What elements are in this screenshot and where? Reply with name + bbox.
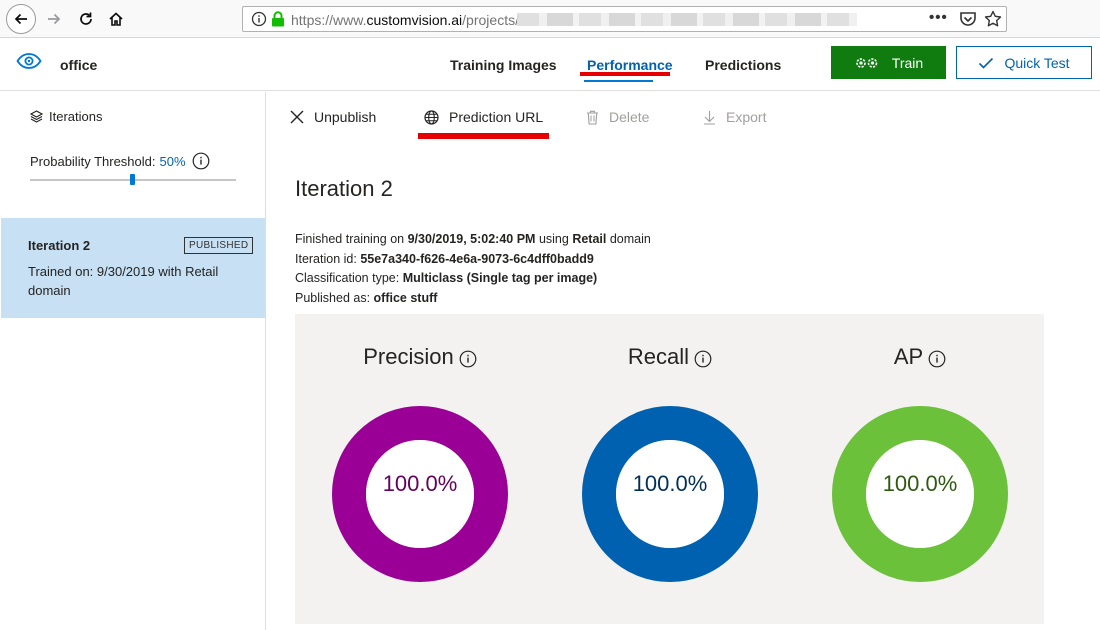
- active-tab-indicator: [584, 80, 653, 82]
- arrow-left-icon: [14, 13, 27, 25]
- ap-value: 100.0%: [882, 471, 958, 496]
- quick-test-button[interactable]: Quick Test: [956, 46, 1092, 79]
- info-icon[interactable]: [192, 152, 210, 170]
- recall-metric: Recall 100.0%: [545, 314, 795, 624]
- eye-icon[interactable]: [16, 52, 42, 70]
- close-icon: [290, 110, 304, 124]
- iteration-id-line: Iteration id: 55e7a340-f626-4e6a-9073-6c…: [295, 250, 651, 270]
- published-badge: PUBLISHED: [184, 237, 254, 254]
- metrics-panel: Precision 100.0% Recall 100.0% AP 100.0%: [295, 314, 1044, 624]
- gears-icon: [854, 55, 880, 71]
- tab-performance[interactable]: Performance: [587, 57, 673, 73]
- project-name[interactable]: office: [60, 57, 97, 73]
- page-actions-menu[interactable]: •••: [929, 9, 948, 26]
- finished-date: 9/30/2019, 5:02:40 PM: [407, 232, 536, 246]
- home-icon: [109, 12, 123, 26]
- iterations-header: Iterations: [30, 109, 102, 124]
- tab-training-images[interactable]: Training Images: [450, 57, 557, 73]
- ap-metric: AP 100.0%: [795, 314, 1045, 624]
- training-finished-line: Finished training on 9/30/2019, 5:02:40 …: [295, 230, 651, 250]
- prediction-url-label: Prediction URL: [449, 109, 544, 125]
- precision-heading: Precision: [295, 344, 545, 370]
- checkmark-icon: [978, 56, 994, 70]
- export-label: Export: [726, 109, 767, 125]
- train-button[interactable]: Train: [831, 46, 946, 79]
- iteration-card-description: Trained on: 9/30/2019 with Retail domain: [28, 264, 219, 298]
- precision-label: Precision: [363, 344, 454, 369]
- probability-label: Probability Threshold:: [30, 153, 156, 169]
- reload-icon: [80, 12, 92, 25]
- unpublish-label: Unpublish: [314, 109, 377, 125]
- iteration-card[interactable]: Iteration 2 PUBLISHED Trained on: 9/30/2…: [1, 218, 265, 318]
- forward-button[interactable]: [40, 5, 68, 33]
- info-icon[interactable]: [459, 350, 477, 368]
- red-highlight-mark: [580, 72, 670, 76]
- iterations-sidebar: Iterations Probability Threshold: 50% It…: [0, 92, 266, 630]
- published-as-line: Published as: office stuff: [295, 289, 651, 309]
- train-button-label: Train: [891, 54, 924, 71]
- redacted-url-segment: [517, 13, 857, 26]
- trash-icon: [586, 110, 599, 125]
- reload-button[interactable]: [72, 5, 100, 33]
- domain-name: Retail: [572, 232, 607, 246]
- globe-icon: [424, 109, 439, 125]
- arrow-right-icon: [48, 13, 61, 25]
- export-button[interactable]: Export: [703, 109, 766, 125]
- published-name: office stuff: [373, 290, 438, 305]
- lock-icon[interactable]: [271, 11, 285, 27]
- ap-label: AP: [893, 344, 924, 369]
- url-host: customvision.ai: [366, 12, 463, 28]
- star-icon[interactable]: [984, 10, 1002, 28]
- probability-value: 50%: [159, 153, 186, 169]
- ap-heading: AP: [795, 344, 1045, 370]
- info-icon[interactable]: [251, 11, 267, 27]
- download-icon: [703, 110, 716, 125]
- info-icon[interactable]: [694, 350, 712, 368]
- recall-value: 100.0%: [632, 471, 708, 496]
- delete-button[interactable]: Delete: [586, 109, 649, 125]
- classification-label: Classification type:: [295, 271, 400, 285]
- recall-label: Recall: [627, 344, 690, 369]
- finished-prefix: Finished training on: [295, 232, 405, 246]
- delete-label: Delete: [609, 109, 650, 125]
- page-title: Iteration 2: [295, 176, 393, 201]
- iteration-id: 55e7a340-f626-4e6a-9073-6c4dff0badd9: [360, 251, 594, 266]
- url-text: https://www.customvision.ai/projects/: [291, 12, 519, 28]
- published-as-label: Published as:: [295, 290, 371, 305]
- url-scheme: https://www.: [291, 12, 367, 28]
- pocket-icon[interactable]: [959, 11, 977, 27]
- back-button[interactable]: [6, 4, 36, 34]
- red-highlight-mark: [418, 133, 549, 139]
- using-text: using: [538, 232, 569, 246]
- info-icon[interactable]: [928, 350, 946, 368]
- prediction-url-button[interactable]: Prediction URL: [424, 109, 543, 125]
- iterations-label: Iterations: [49, 109, 103, 124]
- probability-threshold: Probability Threshold: 50%: [30, 152, 210, 170]
- iteration-id-label: Iteration id:: [295, 251, 357, 266]
- browser-toolbar: https://www.customvision.ai/projects/ ••…: [0, 0, 1100, 38]
- iteration-card-title: Iteration 2: [28, 238, 91, 253]
- app-header: office Training Images Performance Predi…: [0, 39, 1100, 91]
- address-bar[interactable]: https://www.customvision.ai/projects/ ••…: [242, 6, 1007, 32]
- tab-predictions[interactable]: Predictions: [705, 57, 781, 73]
- url-path: /projects/: [462, 12, 519, 28]
- unpublish-button[interactable]: Unpublish: [290, 109, 376, 125]
- quick-test-label: Quick Test: [1004, 54, 1070, 71]
- classification-type: Multiclass (Single tag per image): [402, 271, 598, 285]
- domain-suffix: domain: [609, 232, 651, 246]
- iteration-toolbar: Unpublish Prediction URL Delete Export: [266, 92, 1100, 144]
- recall-heading: Recall: [545, 344, 795, 370]
- layers-icon: [30, 110, 43, 123]
- home-button[interactable]: [102, 5, 130, 33]
- slider-thumb[interactable]: [130, 174, 135, 185]
- classification-line: Classification type: Multiclass (Single …: [295, 269, 651, 289]
- iteration-details: Finished training on 9/30/2019, 5:02:40 …: [295, 230, 651, 308]
- precision-value: 100.0%: [382, 471, 458, 496]
- probability-slider[interactable]: [30, 174, 236, 185]
- precision-metric: Precision 100.0%: [295, 314, 545, 624]
